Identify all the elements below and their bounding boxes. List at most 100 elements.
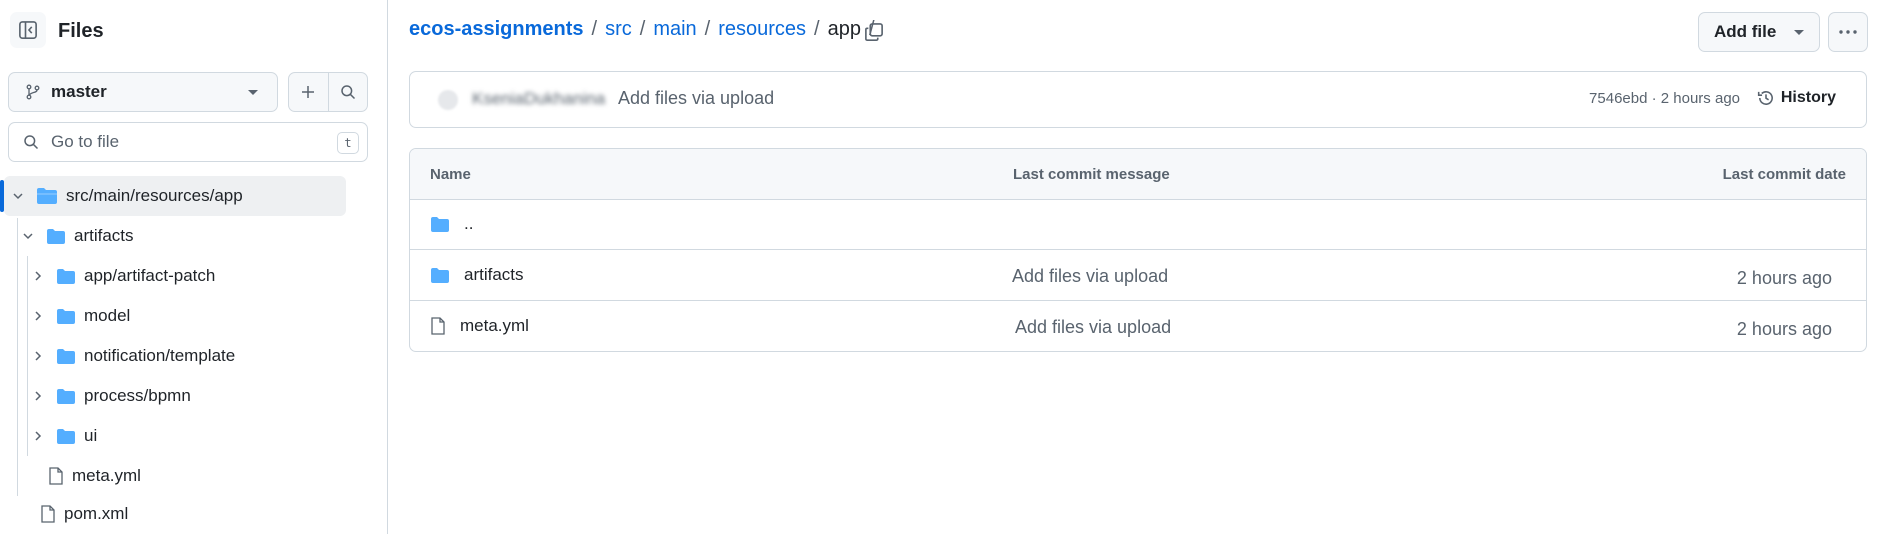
commit-message[interactable]: Add files via upload — [618, 88, 774, 109]
folder-icon — [56, 308, 76, 325]
row-commit-date: 2 hours ago — [1736, 268, 1832, 288]
folder-icon — [56, 348, 76, 365]
search-button[interactable] — [327, 73, 367, 111]
chevron-down-icon[interactable] — [10, 190, 26, 202]
tree-item-model[interactable]: model — [30, 301, 130, 331]
search-icon — [341, 85, 356, 100]
add-file-button[interactable] — [289, 73, 328, 111]
breadcrumb-separator: / — [704, 18, 711, 40]
latest-commit-bar: KseniaDukhanina Add files via upload 754… — [409, 71, 1867, 128]
folder-icon — [431, 267, 449, 283]
chevron-right-icon[interactable] — [30, 350, 46, 362]
chevron-down-icon[interactable] — [20, 230, 36, 242]
table-row-parent[interactable]: .. — [410, 200, 1866, 250]
tree-guide-line — [17, 218, 18, 496]
tree-guide-line — [27, 256, 28, 456]
folder-icon — [431, 216, 449, 232]
go-to-file-placeholder: Go to file — [51, 132, 120, 151]
collapse-sidebar-button[interactable] — [10, 12, 46, 48]
folder-icon — [56, 268, 76, 285]
breadcrumb-separator: / — [639, 18, 646, 40]
row-name[interactable]: artifacts — [430, 265, 524, 285]
row-commit-message[interactable]: Add files via upload — [1012, 266, 1168, 287]
go-to-file-input[interactable]: Go to file t — [8, 122, 368, 162]
breadcrumb-separator: / — [814, 18, 820, 40]
row-commit-message[interactable]: Add files via upload — [1015, 317, 1171, 338]
chevron-right-icon[interactable] — [30, 270, 46, 282]
tree-item-app-artifact-patch[interactable]: app/artifact-patch — [30, 261, 215, 291]
tree-item-app[interactable]: src/main/resources/app — [10, 181, 243, 211]
row-name[interactable]: meta.yml — [430, 316, 529, 336]
search-icon — [24, 135, 39, 150]
tree-item-label: pom.xml — [64, 504, 129, 523]
row-name-label: .. — [464, 214, 474, 233]
file-icon — [431, 317, 445, 335]
breadcrumb-separator: / — [591, 18, 598, 40]
tree-item-label: src/main/resources/app — [66, 186, 243, 205]
copy-icon — [865, 23, 883, 41]
tree-item-label: model — [84, 306, 131, 325]
chevron-right-icon[interactable] — [30, 430, 46, 442]
breadcrumb-current: app — [827, 18, 861, 40]
tree-item-label: artifacts — [74, 226, 134, 245]
file-icon — [40, 505, 56, 523]
table-row[interactable]: artifacts Add files via upload 2 hours a… — [410, 251, 1866, 301]
tree-item-notification-template[interactable]: notification/template — [30, 341, 235, 371]
keyboard-shortcut-hint: t — [337, 132, 359, 154]
branch-name: master — [51, 82, 107, 101]
kebab-horizontal-icon — [1839, 30, 1857, 34]
breadcrumb-repo-link[interactable]: ecos-assignments — [409, 18, 584, 41]
table-row[interactable]: meta.yml Add files via upload 2 hours ag… — [410, 302, 1866, 351]
folder-icon — [56, 388, 76, 405]
folder-icon — [46, 228, 66, 245]
tree-item-meta-yml[interactable]: meta.yml — [48, 461, 141, 491]
row-name-label: meta.yml — [460, 316, 529, 335]
tree-item-ui[interactable]: ui — [30, 421, 97, 451]
history-button[interactable]: History — [1757, 89, 1836, 107]
tree-item-label: notification/template — [84, 346, 236, 365]
file-table: Name Last commit message Last commit dat… — [409, 148, 1867, 352]
sidebar-collapse-icon — [19, 21, 37, 39]
column-header-message: Last commit message — [1013, 166, 1170, 183]
tree-item-artifacts[interactable]: artifacts — [20, 221, 134, 251]
column-header-date: Last commit date — [1722, 166, 1846, 183]
tree-item-label: process/bpmn — [84, 386, 191, 405]
copy-path-button[interactable] — [858, 16, 890, 48]
history-icon — [1757, 91, 1773, 105]
row-commit-date: 2 hours ago — [1736, 319, 1832, 339]
file-icon — [48, 467, 64, 485]
branch-selector[interactable]: master — [8, 72, 278, 112]
folder-open-icon — [36, 187, 58, 205]
breadcrumb-link-main[interactable]: main — [653, 18, 696, 41]
file-tree-sidebar: Files master Go to file t src/main/resou… — [0, 0, 388, 534]
avatar[interactable] — [438, 90, 458, 110]
folder-icon — [56, 428, 76, 445]
breadcrumb: ecos-assignments / src / main / resource… — [409, 18, 883, 41]
branch-icon — [26, 84, 40, 100]
chevron-right-icon[interactable] — [30, 390, 46, 402]
breadcrumb-link-resources[interactable]: resources — [718, 18, 806, 41]
tree-item-pom-xml[interactable]: pom.xml — [40, 499, 128, 529]
history-label: History — [1780, 89, 1836, 106]
add-file-dropdown-button[interactable]: Add file — [1698, 12, 1820, 52]
table-header: Name Last commit message Last commit dat… — [410, 149, 1866, 200]
tree-selected-indicator — [0, 180, 4, 212]
caret-down-icon — [248, 90, 258, 95]
tree-item-label: meta.yml — [72, 466, 141, 485]
more-options-button[interactable] — [1828, 12, 1868, 52]
breadcrumb-link-src[interactable]: src — [605, 18, 632, 41]
column-header-name: Name — [430, 166, 471, 183]
caret-down-icon — [1794, 30, 1804, 35]
sidebar-title: Files — [58, 20, 104, 42]
tree-item-process-bpmn[interactable]: process/bpmn — [30, 381, 191, 411]
plus-icon — [302, 86, 315, 98]
tree-item-label: ui — [84, 426, 98, 445]
row-name-label: artifacts — [464, 265, 524, 284]
chevron-right-icon[interactable] — [30, 310, 46, 322]
commit-meta[interactable]: 7546ebd · 2 hours ago — [1589, 90, 1740, 107]
commit-author[interactable]: KseniaDukhanina — [472, 89, 605, 109]
add-file-label: Add file — [1714, 22, 1777, 41]
tree-item-label: app/artifact-patch — [84, 266, 216, 285]
row-name[interactable]: .. — [430, 214, 473, 234]
tree-actions — [288, 72, 368, 112]
